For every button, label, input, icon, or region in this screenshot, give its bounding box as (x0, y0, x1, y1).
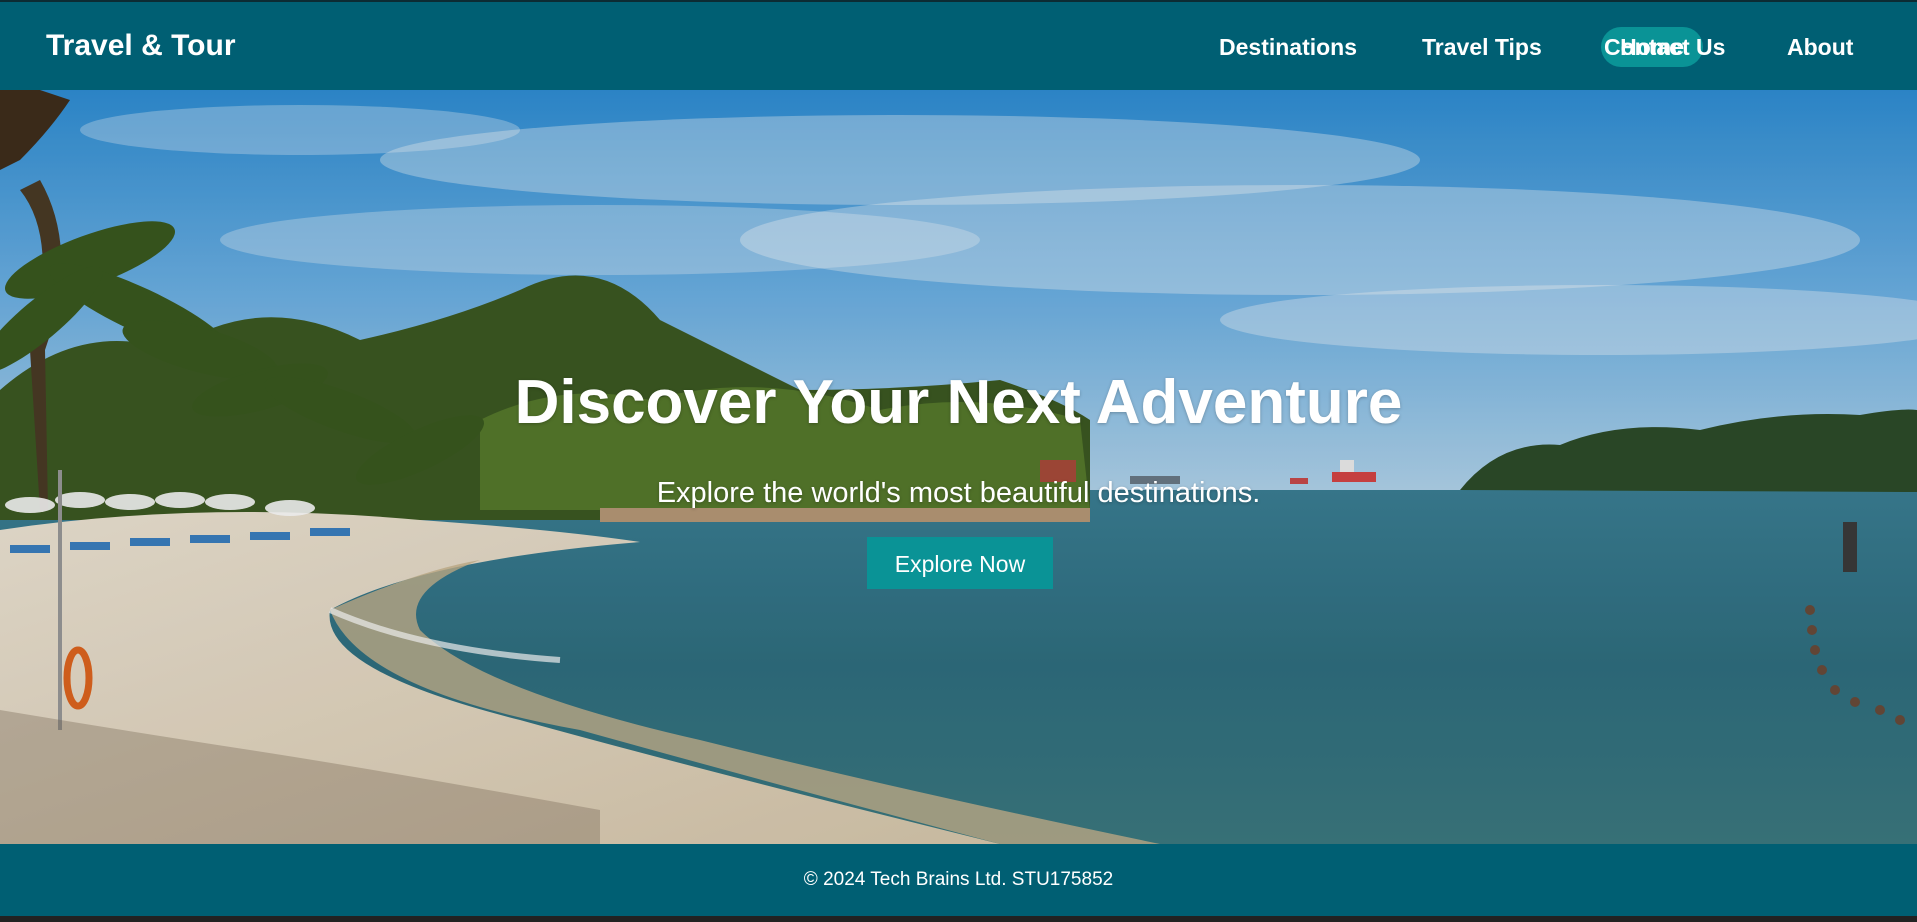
nav-item-travel-tips[interactable]: Travel Tips (1422, 27, 1542, 67)
bottom-edge (0, 916, 1917, 922)
hero-subtitle: Explore the world's most beautiful desti… (656, 477, 1261, 509)
hero-background-image (0, 90, 1917, 844)
nav-item-destinations[interactable]: Destinations (1219, 27, 1357, 67)
footer: © 2024 Tech Brains Ltd. STU175852 (0, 844, 1917, 916)
page: Travel & Tour Home Destinations Travel T… (0, 0, 1917, 922)
explore-now-button[interactable]: Explore Now (867, 537, 1053, 589)
hero-title: Discover Your Next Adventure (514, 368, 1403, 437)
brand-logo[interactable]: Travel & Tour (46, 28, 236, 64)
navbar: Travel & Tour Home Destinations Travel T… (0, 0, 1917, 90)
nav-item-contact-us[interactable]: Contact Us (1604, 27, 1725, 67)
hero-section: Discover Your Next Adventure Explore the… (0, 90, 1917, 844)
nav-item-about[interactable]: About (1787, 27, 1853, 67)
footer-copyright: © 2024 Tech Brains Ltd. STU175852 (803, 869, 1114, 890)
